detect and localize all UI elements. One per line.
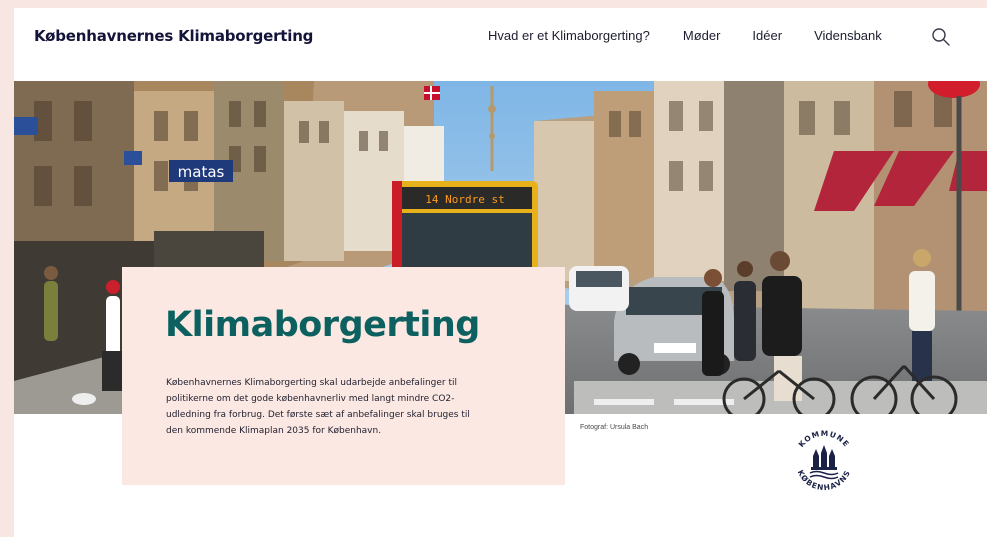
intro-text: Københavnernes Klimaborgerting skal udar… (166, 375, 524, 439)
nav-item-moder[interactable]: Møder (683, 28, 721, 43)
site-header: Københavnernes Klimaborgerting Hvad er e… (14, 8, 987, 81)
kobenhavns-kommune-logo: KOMMUNE KØBENHAVNS (788, 426, 860, 498)
site-title-link[interactable]: Københavnernes Klimaborgerting (34, 27, 313, 45)
nav-item-ideer[interactable]: Idéer (752, 28, 782, 43)
search-icon (932, 28, 950, 46)
nav-item-vidensbank[interactable]: Vidensbank (814, 28, 882, 43)
intro-text-line: udledning fra forbrug. Det første sæt af… (166, 410, 470, 420)
intro-text-line: politikerne om det gode københavnerliv m… (166, 394, 455, 404)
hero-sign-text: matas (178, 163, 225, 181)
logo-ring-bottom: KØBENHAVNS (796, 469, 852, 493)
photo-credit: Fotograf: Ursula Bach (580, 424, 649, 431)
search-button[interactable] (931, 27, 951, 47)
intro-text-line: den kommende Klimaplan 2035 for Københav… (166, 426, 382, 436)
intro-title: Klimaborgerting (165, 305, 480, 345)
page: Københavnernes Klimaborgerting Hvad er e… (14, 8, 987, 537)
intro-text-line: Københavnernes Klimaborgerting skal udar… (166, 378, 457, 388)
intro-card: Klimaborgerting Københavnernes Klimaborg… (122, 267, 565, 485)
main-nav: Hvad er et Klimaborgerting? Møder Idéer … (488, 28, 882, 43)
hero-bus-destination: 14 Nordre st (425, 193, 504, 206)
nav-item-hvad-er[interactable]: Hvad er et Klimaborgerting? (488, 28, 650, 43)
svg-text:KØBENHAVNS: KØBENHAVNS (796, 469, 853, 493)
